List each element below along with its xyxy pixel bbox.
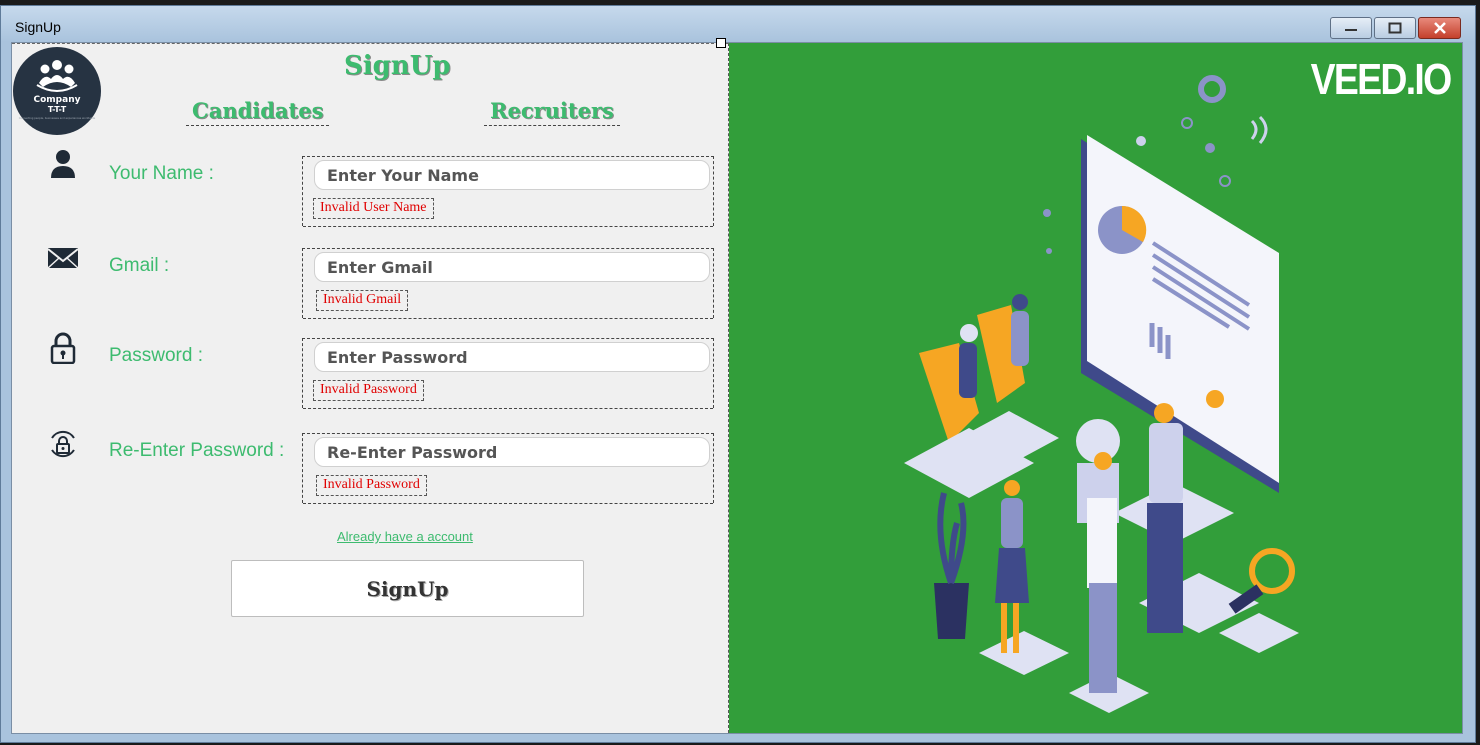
close-icon	[1433, 22, 1446, 34]
svg-text:Company: Company	[34, 95, 81, 105]
illustration-panel: VEED.IO	[729, 43, 1462, 733]
already-have-account-link[interactable]: Already have a account	[337, 529, 473, 544]
client-area: Company T-T-T Connecting people, busines…	[11, 38, 1463, 734]
signup-form-panel: Company T-T-T Connecting people, busines…	[12, 38, 729, 733]
reenter-password-field-group: Invalid Password	[302, 433, 714, 504]
company-logo: Company T-T-T Connecting people, busines…	[13, 47, 101, 135]
signup-window: SignUp Company T-T-T Connecting people, …	[0, 5, 1476, 743]
signup-button[interactable]: SignUp	[231, 560, 584, 617]
person-icon	[51, 150, 75, 178]
company-logo-graphic: Company T-T-T Connecting people, busines…	[19, 60, 96, 120]
minimize-button[interactable]	[1330, 17, 1372, 39]
gmail-error: Invalid Gmail	[316, 290, 409, 311]
password-input[interactable]	[314, 342, 710, 372]
gmail-label: Gmail :	[109, 255, 170, 276]
brand-watermark: VEED.IO	[1310, 55, 1452, 104]
gmail-input[interactable]	[314, 252, 710, 282]
form-title: SignUp	[344, 51, 451, 81]
minimize-icon	[1345, 29, 1357, 31]
password-error: Invalid Password	[313, 380, 424, 401]
panel-smart-tag[interactable]	[716, 38, 726, 48]
name-error: Invalid User Name	[313, 198, 434, 219]
name-label: Your Name :	[109, 163, 214, 184]
gmail-field-group: Invalid Gmail	[302, 248, 714, 319]
reenter-password-error: Invalid Password	[316, 475, 427, 496]
close-button[interactable]	[1418, 17, 1461, 39]
tab-candidates[interactable]: Candidates	[186, 98, 330, 126]
lock-refresh-icon	[51, 431, 75, 457]
title-bar[interactable]: SignUp	[1, 6, 1475, 42]
svg-text:T-T-T: T-T-T	[48, 105, 67, 114]
name-field-group: Invalid User Name	[302, 156, 714, 227]
window-title: SignUp	[15, 19, 61, 35]
maximize-button[interactable]	[1374, 17, 1416, 39]
svg-text:Connecting people, businesses: Connecting people, businesses and experi…	[19, 116, 96, 120]
password-field-group: Invalid Password	[302, 338, 714, 409]
lock-icon	[50, 332, 76, 364]
reenter-password-input[interactable]	[314, 437, 710, 467]
mail-icon	[47, 248, 79, 269]
team-meeting-illustration	[904, 75, 1299, 713]
name-input[interactable]	[314, 160, 710, 190]
reenter-password-label: Re-Enter Password :	[109, 440, 285, 461]
tab-recruiters[interactable]: Recruiters	[484, 98, 620, 126]
password-label: Password :	[109, 345, 203, 366]
maximize-icon	[1388, 22, 1402, 34]
